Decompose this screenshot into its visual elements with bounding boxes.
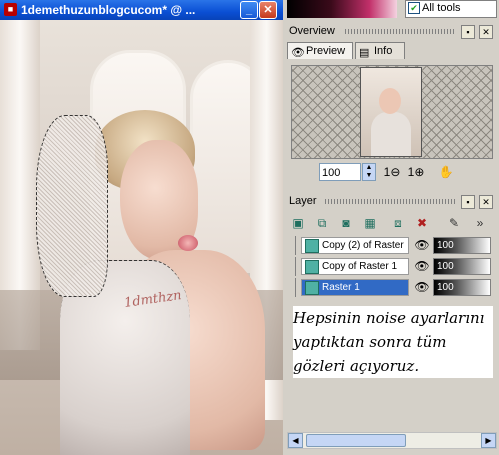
visibility-eye-icon[interactable]: 👁 bbox=[413, 258, 431, 275]
thumbnail-face bbox=[379, 88, 401, 114]
layer-name-text: Copy of Raster 1 bbox=[322, 261, 398, 272]
minimize-button[interactable]: _ bbox=[240, 1, 258, 19]
tab-info-label: Info bbox=[374, 45, 393, 57]
new-vector-layer-icon[interactable]: ⧉ bbox=[313, 214, 331, 232]
hand-tool-icon[interactable]: ✋ bbox=[435, 163, 457, 181]
image-window-titlebar[interactable]: ■ 1demethuzunblogcucom* @ ... _ ✕ bbox=[0, 0, 283, 20]
opacity-slider[interactable]: 100 bbox=[433, 258, 491, 275]
visibility-eye-icon[interactable]: 👁 bbox=[413, 279, 431, 296]
palette-panel: ✔ All tools Overview ▪ ✕ 👁 Preview ▤ Inf… bbox=[283, 0, 499, 455]
zoom-controls: 100 ▲ ▼ 1⊖ 1⊕ ✋ bbox=[319, 163, 459, 183]
app-icon: ■ bbox=[4, 3, 17, 16]
layer-toolbar: ▣ ⧉ ◙ ▦ ⧈ ✖ ✎ » bbox=[287, 212, 497, 234]
image-window: ■ 1demethuzunblogcucom* @ ... _ ✕ 1dmthz… bbox=[0, 0, 283, 455]
zoom-in-button[interactable]: 1⊕ bbox=[405, 163, 427, 181]
layer-title: Layer bbox=[289, 195, 317, 207]
raster-layer-icon bbox=[305, 281, 319, 295]
drag-grip[interactable] bbox=[325, 199, 455, 204]
close-icon: ✕ bbox=[263, 4, 273, 16]
scroll-thumb[interactable] bbox=[306, 434, 406, 447]
tutorial-note: Hepsinin noise ayarlarını yaptıktan sonr… bbox=[293, 306, 493, 378]
opacity-slider[interactable]: 100 bbox=[433, 279, 491, 296]
zoom-in-icon: ⊕ bbox=[414, 165, 425, 179]
layer-palette-titlebar[interactable]: Layer ▪ ✕ bbox=[285, 194, 497, 209]
rose bbox=[178, 235, 198, 251]
thumbnail-body bbox=[371, 112, 411, 156]
image-canvas[interactable]: 1dmthzn bbox=[0, 20, 283, 455]
layer-row-selected[interactable]: Raster 1 👁 100 bbox=[287, 278, 497, 297]
layer-name-text: Copy (2) of Raster bbox=[322, 240, 404, 251]
document-icon: ▤ bbox=[359, 47, 370, 59]
overview-title: Overview bbox=[289, 25, 335, 37]
zoom-input[interactable]: 100 bbox=[319, 163, 361, 181]
new-group-layer-icon[interactable]: ▦ bbox=[361, 214, 379, 232]
opacity-slider[interactable]: 100 bbox=[433, 237, 491, 254]
pin-button[interactable]: ▪ bbox=[461, 25, 475, 39]
overview-palette-titlebar[interactable]: Overview ▪ ✕ bbox=[285, 24, 497, 39]
layer-row[interactable]: Copy (2) of Raster 👁 100 bbox=[287, 236, 497, 255]
duplicate-layer-icon[interactable]: ⧈ bbox=[389, 214, 407, 232]
overview-preview[interactable] bbox=[291, 65, 493, 159]
layer-properties-icon[interactable]: ✎ bbox=[445, 214, 463, 232]
pin-button[interactable]: ▪ bbox=[461, 195, 475, 209]
tab-info[interactable]: ▤ Info bbox=[355, 42, 405, 59]
scroll-right-icon[interactable]: ▶ bbox=[481, 433, 496, 448]
layer-row[interactable]: Copy of Raster 1 👁 100 bbox=[287, 257, 497, 276]
drag-grip[interactable] bbox=[345, 29, 455, 34]
more-icon[interactable]: » bbox=[471, 214, 489, 232]
raster-layer-icon bbox=[305, 239, 319, 253]
zoom-out-icon: ⊖ bbox=[390, 165, 401, 179]
all-tools-checkbox[interactable]: ✔ bbox=[408, 2, 420, 14]
layer-list: Copy (2) of Raster 👁 100 Copy of Raster … bbox=[287, 236, 497, 300]
raster-layer-icon bbox=[305, 260, 319, 274]
zoom-out-button[interactable]: 1⊖ bbox=[381, 163, 403, 181]
new-mask-layer-icon[interactable]: ◙ bbox=[337, 214, 355, 232]
layer-name-text: Raster 1 bbox=[322, 282, 360, 293]
minimize-icon: _ bbox=[245, 4, 253, 16]
visibility-eye-icon[interactable]: 👁 bbox=[413, 237, 431, 254]
overview-close-button[interactable]: ✕ bbox=[479, 25, 493, 39]
overview-tabs: 👁 Preview ▤ Info bbox=[287, 42, 497, 60]
color-picker-strip[interactable] bbox=[287, 0, 397, 18]
close-button[interactable]: ✕ bbox=[259, 1, 277, 19]
veil-selection[interactable] bbox=[36, 115, 108, 297]
layer-name[interactable]: Copy of Raster 1 bbox=[301, 258, 409, 275]
new-raster-layer-icon[interactable]: ▣ bbox=[289, 214, 307, 232]
eye-icon: 👁 bbox=[291, 47, 305, 59]
tab-preview-label: Preview bbox=[306, 45, 346, 57]
all-tools-option[interactable]: ✔ All tools bbox=[405, 0, 497, 18]
layer-name[interactable]: Raster 1 bbox=[301, 279, 409, 296]
tree-line bbox=[295, 236, 296, 255]
zoom-spinner[interactable]: ▲ ▼ bbox=[362, 163, 376, 181]
layer-name[interactable]: Copy (2) of Raster bbox=[301, 237, 409, 254]
layer-close-button[interactable]: ✕ bbox=[479, 195, 493, 209]
tab-preview[interactable]: 👁 Preview bbox=[287, 42, 353, 59]
scroll-left-icon[interactable]: ◀ bbox=[288, 433, 303, 448]
horizontal-scrollbar[interactable]: ◀ ▶ bbox=[287, 432, 497, 449]
preview-thumbnail bbox=[360, 67, 422, 157]
delete-layer-icon[interactable]: ✖ bbox=[413, 214, 431, 232]
image-window-title: 1demethuzunblogcucom* @ ... bbox=[21, 3, 196, 17]
tree-line bbox=[295, 257, 296, 276]
tree-line bbox=[295, 278, 296, 297]
all-tools-label: All tools bbox=[422, 2, 461, 14]
